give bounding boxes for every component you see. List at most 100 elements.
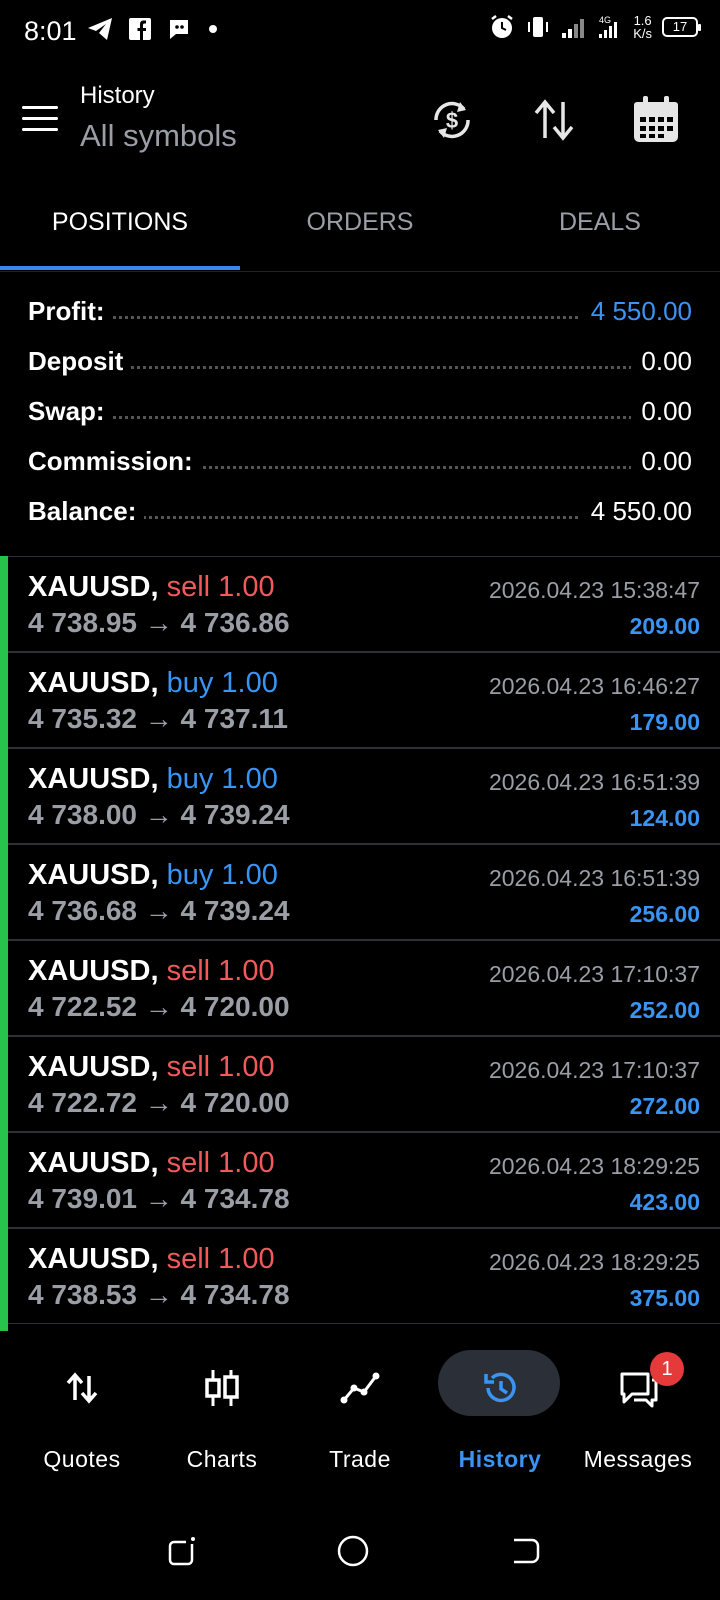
position-prices: 4 735.32 → 4 737.11	[28, 703, 288, 734]
position-profit: 256.00	[629, 901, 700, 927]
nav-history[interactable]: History	[428, 1350, 572, 1482]
messages-badge: 1	[650, 1352, 684, 1386]
position-prices: 4 722.72 → 4 720.00	[28, 1087, 290, 1118]
position-row[interactable]: XAUUSD, sell 1.00 4 722.52 → 4 720.00 20…	[8, 940, 720, 1036]
currency-refresh-icon[interactable]: $	[426, 94, 478, 146]
position-side: buy 1.00	[166, 763, 278, 795]
status-left-icons	[86, 16, 218, 42]
nav-trade[interactable]: Trade	[288, 1352, 432, 1482]
symbol-text: XAUUSD,	[28, 1051, 159, 1083]
position-date: 2026.04.23 15:38:47	[488, 577, 700, 603]
summary-swap: Swap: 0.00	[28, 390, 692, 430]
symbol-filter[interactable]: All symbols	[80, 118, 237, 154]
network-speed: 1.6 K/s	[633, 14, 652, 40]
svg-text:4G: 4G	[599, 15, 611, 25]
position-side: sell 1.00	[166, 1147, 275, 1179]
signal-icon	[562, 19, 585, 38]
balance-value: 4 550.00	[580, 496, 692, 527]
position-row[interactable]: XAUUSD, buy 1.00 4 735.32 → 4 737.11 202…	[8, 652, 720, 748]
summary-commission: Commission: 0.00	[28, 440, 692, 480]
menu-icon[interactable]	[22, 106, 58, 132]
tab-deals[interactable]: DEALS	[480, 208, 720, 237]
symbol-text: XAUUSD,	[28, 763, 159, 795]
system-nav-bar	[0, 1500, 720, 1600]
nav-messages-label: Messages	[583, 1446, 693, 1472]
nav-quotes-label: Quotes	[43, 1446, 121, 1472]
profit-label: Profit:	[28, 296, 113, 327]
status-time: 8:01	[24, 16, 77, 46]
symbol-text: XAUUSD,	[28, 955, 159, 987]
position-row[interactable]: XAUUSD, buy 1.00 4 738.00 → 4 739.24 202…	[8, 748, 720, 844]
position-row[interactable]: XAUUSD, sell 1.00 4 722.72 → 4 720.00 20…	[8, 1036, 720, 1132]
position-date: 2026.04.23 16:46:27	[488, 673, 700, 699]
position-side: sell 1.00	[166, 1243, 275, 1275]
telegram-icon	[88, 18, 112, 40]
nav-history-label: History	[458, 1446, 542, 1472]
position-row[interactable]: XAUUSD, buy 1.00 4 736.68 → 4 739.24 202…	[8, 844, 720, 940]
position-profit: 124.00	[629, 805, 700, 831]
calendar-icon[interactable]	[630, 94, 682, 146]
position-side: buy 1.00	[166, 667, 278, 699]
recent-apps-icon[interactable]	[166, 1534, 200, 1568]
symbol-text: XAUUSD,	[28, 667, 159, 699]
position-side: sell 1.00	[166, 955, 275, 987]
quotes-icon	[66, 1372, 98, 1404]
position-date: 2026.04.23 18:29:25	[488, 1249, 700, 1275]
position-profit: 423.00	[629, 1189, 700, 1215]
list-accent-bar	[0, 556, 8, 1331]
svg-text:$: $	[446, 108, 458, 133]
sort-icon[interactable]	[528, 94, 580, 146]
position-side: sell 1.00	[166, 1051, 275, 1083]
balance-label: Balance:	[28, 496, 145, 527]
tab-positions[interactable]: POSITIONS	[0, 208, 240, 237]
position-prices: 4 738.95 → 4 736.86	[28, 607, 290, 638]
position-profit: 179.00	[629, 709, 700, 735]
position-date: 2026.04.23 16:51:39	[488, 769, 700, 795]
notification-dot-icon	[209, 25, 217, 33]
charts-icon	[205, 1370, 239, 1406]
swap-label: Swap:	[28, 396, 113, 427]
nav-quotes[interactable]: Quotes	[10, 1352, 154, 1482]
profit-value: 4 550.00	[580, 296, 692, 327]
nav-messages[interactable]: 1 Messages	[566, 1352, 710, 1482]
page-title: History	[80, 82, 155, 109]
position-row[interactable]: XAUUSD, sell 1.00 4 738.95 → 4 736.86 20…	[8, 556, 720, 652]
symbol-text: XAUUSD,	[28, 859, 159, 891]
active-tab-indicator	[0, 266, 240, 270]
position-profit: 375.00	[629, 1285, 700, 1311]
home-icon[interactable]	[336, 1534, 370, 1568]
position-side: sell 1.00	[166, 571, 275, 603]
facebook-icon	[129, 18, 151, 40]
position-prices: 4 739.01 → 4 734.78	[28, 1183, 290, 1214]
back-icon[interactable]	[508, 1534, 542, 1568]
commission-value: 0.00	[631, 446, 692, 477]
position-row[interactable]: XAUUSD, sell 1.00 4 738.53 → 4 734.78 20…	[8, 1228, 720, 1324]
tab-orders[interactable]: ORDERS	[240, 208, 480, 237]
position-symbol: XAUUSD, sell 1.00	[28, 955, 275, 988]
vibrate-icon	[528, 17, 549, 37]
symbol-text: XAUUSD,	[28, 1243, 159, 1275]
position-symbol: XAUUSD, sell 1.00	[28, 571, 275, 604]
status-bar: 8:01 4G 1.6 K/s 17	[0, 0, 720, 64]
position-prices: 4 738.00 → 4 739.24	[28, 799, 290, 830]
position-prices: 4 738.53 → 4 734.78	[28, 1279, 290, 1310]
summary-deposit: Deposit 0.00	[28, 340, 692, 380]
deposit-label: Deposit	[28, 346, 132, 377]
history-icon	[484, 1372, 516, 1403]
nav-charts[interactable]: Charts	[150, 1352, 294, 1482]
position-row[interactable]: XAUUSD, sell 1.00 4 739.01 → 4 734.78 20…	[8, 1132, 720, 1228]
position-profit: 252.00	[629, 997, 700, 1023]
chat-bubble-icon	[170, 20, 188, 39]
position-symbol: XAUUSD, sell 1.00	[28, 1051, 275, 1084]
history-tabs: POSITIONS ORDERS DEALS	[0, 180, 720, 272]
battery-icon: 17	[662, 17, 701, 37]
symbol-text: XAUUSD,	[28, 571, 159, 603]
app-bar: History All symbols $	[0, 64, 720, 176]
symbol-text: XAUUSD,	[28, 1147, 159, 1179]
position-side: buy 1.00	[166, 859, 278, 891]
position-date: 2026.04.23 17:10:37	[488, 1057, 700, 1083]
position-symbol: XAUUSD, buy 1.00	[28, 859, 278, 892]
trade-icon	[340, 1372, 380, 1404]
position-symbol: XAUUSD, sell 1.00	[28, 1147, 275, 1180]
position-profit: 272.00	[629, 1093, 700, 1119]
